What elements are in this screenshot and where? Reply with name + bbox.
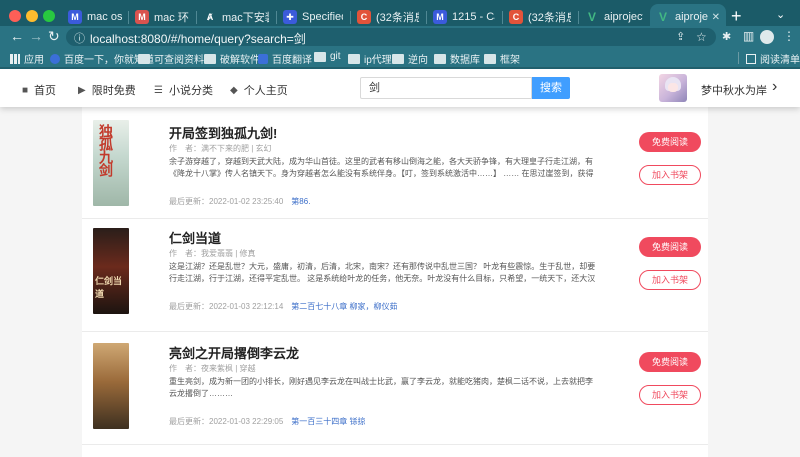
new-tab-button[interactable]: + — [731, 6, 742, 27]
bookmark-folder-software[interactable]: 破解软件 — [204, 51, 260, 66]
bookmark-folder-proxy[interactable]: ip代理 — [348, 51, 392, 66]
folder-icon — [484, 53, 496, 64]
translate-icon — [258, 53, 268, 64]
avatar[interactable] — [659, 74, 687, 102]
book-desc: 余子游穿越了，穿越到天武大陆，成为华山首徒。这里的武者有移山倒海之能，各大天骄争… — [169, 157, 594, 178]
book-title[interactable]: 仁剑当道 — [169, 228, 221, 247]
free-read-button[interactable]: 免费阅读 — [639, 132, 701, 152]
bookmark-folder-reference[interactable]: 可查阅资料 — [138, 51, 204, 66]
folder-icon — [434, 53, 446, 64]
m-icon: M — [433, 10, 447, 24]
m-icon: M — [68, 10, 82, 24]
home-icon: ■ — [22, 84, 29, 96]
puzzle-icon: ✚ — [283, 10, 297, 24]
apps-icon — [10, 53, 20, 64]
bookmark-baidu-translate[interactable]: 百度翻译 — [258, 51, 312, 66]
baidu-icon — [50, 53, 60, 64]
book-item: 亮剑之开局撂倒李云龙 作 者：夜来紫枫 | 穿越 重生亮剑，成为新一团的小排长，… — [82, 333, 708, 445]
puzzle-extension-icon[interactable]: ✱ — [722, 30, 731, 43]
layers-icon: ☰ — [154, 84, 163, 96]
add-to-shelf-button[interactable]: 加入书架 — [639, 270, 701, 290]
username[interactable]: 梦中秋水为岸 — [701, 82, 767, 98]
maximize-window-button[interactable] — [43, 10, 55, 22]
sidebar-icon[interactable]: ▥ — [743, 29, 754, 43]
v-icon: V — [658, 10, 667, 24]
folder-icon — [314, 51, 326, 62]
folder-icon — [204, 53, 216, 64]
book-meta: 作 者：我爱翡翡 | 修真 — [169, 249, 256, 258]
v-icon: V — [587, 10, 596, 24]
bookmark-folder-reverse[interactable]: 逆向 — [392, 51, 428, 66]
bookmark-apps[interactable]: 应用 — [10, 51, 44, 66]
address-bar-url: localhost:8080/#/home/query?search=剑 — [90, 32, 306, 46]
share-icon[interactable]: ⇪ — [676, 30, 685, 43]
book-title[interactable]: 亮剑之开局撂倒李云龙 — [169, 343, 299, 362]
reading-list-icon — [746, 53, 756, 64]
book-update: 最后更新：2022-01-02 23:25:40 第86. — [169, 197, 311, 206]
tab-menu-chevron-icon[interactable]: ⌄ — [776, 8, 785, 21]
folder-icon — [138, 53, 150, 64]
lightning-icon: ▶ — [78, 84, 86, 96]
book-cover[interactable] — [93, 343, 129, 429]
folder-icon — [392, 53, 404, 64]
book-desc: 重生亮剑，成为新一团的小排长，刚好遇见李云龙在叫战士比武，赢了李云龙，就能吃猪肉… — [169, 377, 593, 398]
search-button[interactable]: 搜索 — [532, 77, 570, 99]
book-update: 最后更新：2022-01-03 22:12:14 第二百七十八章 柳家，柳仪茹 — [169, 302, 398, 311]
book-list: 独孤九剑 开局签到独孤九剑! 作 者：满不下来的肥 | 玄幻 余子游穿越了，穿越… — [82, 107, 708, 457]
book-title[interactable]: 开局签到独孤九剑! — [169, 123, 277, 142]
back-arrow-icon[interactable]: ← — [10, 28, 24, 44]
book-meta: 作 者：夜来紫枫 | 穿越 — [169, 364, 256, 373]
c-icon: C — [357, 10, 371, 24]
add-to-shelf-button[interactable]: 加入书架 — [639, 385, 701, 405]
bookmark-folder-framework[interactable]: 框架 — [484, 51, 520, 66]
close-tab-icon[interactable]: ✕ — [712, 12, 720, 23]
bookmark-folder-database[interactable]: 数据库 — [434, 51, 480, 66]
book-desc: 这是江湖？还是乱世？大元，盛庸，初清，后清，北宋，南宋？还有那传说中乱世三国？ … — [169, 262, 596, 283]
info-icon[interactable]: ⓘ — [74, 30, 85, 46]
chevron-right-icon[interactable]: › — [772, 78, 777, 96]
nav-category[interactable]: ☰ 小说分类 — [154, 82, 213, 98]
close-window-button[interactable] — [9, 10, 21, 22]
reading-list[interactable]: 阅读清单 — [746, 51, 800, 66]
m-icon: M — [135, 10, 149, 24]
folder-icon — [348, 53, 360, 64]
latest-chapter-link[interactable]: 第一百三十四章 铩掠 — [291, 417, 365, 426]
minimize-window-button[interactable] — [26, 10, 38, 22]
book-cover[interactable]: 仁剑当道 — [93, 228, 129, 314]
latest-chapter-link[interactable]: 第二百七十八章 柳家，柳仪茹 — [291, 302, 397, 311]
nav-home[interactable]: ■ 首页 — [22, 82, 56, 98]
add-to-shelf-button[interactable]: 加入书架 — [639, 165, 701, 185]
book-meta: 作 者：满不下来的肥 | 玄幻 — [169, 144, 272, 153]
bookmark-folder-git[interactable]: git — [314, 51, 341, 62]
profile-avatar-icon[interactable] — [760, 30, 774, 44]
more-menu-icon[interactable]: ⋮ — [783, 29, 795, 43]
nav-free[interactable]: ▶ 限时免费 — [78, 82, 136, 98]
forward-arrow-icon[interactable]: → — [29, 28, 43, 44]
search-input[interactable]: 剑 — [360, 77, 532, 99]
free-read-button[interactable]: 免费阅读 — [639, 237, 701, 257]
book-cover[interactable]: 独孤九剑 — [93, 120, 129, 206]
web-page: ■ 首页 ▶ 限时免费 ☰ 小说分类 ◆ 个人主页 剑 搜索 梦中秋水为岸 › … — [0, 69, 800, 457]
a-icon: Ⱥ — [206, 12, 214, 22]
site-header: ■ 首页 ▶ 限时免费 ☰ 小说分类 ◆ 个人主页 剑 搜索 梦中秋水为岸 › — [0, 69, 800, 107]
latest-chapter-link[interactable]: 第86. — [291, 197, 310, 206]
book-update: 最后更新：2022-01-03 22:29:05 第一百三十四章 铩掠 — [169, 417, 366, 426]
free-read-button[interactable]: 免费阅读 — [639, 352, 701, 372]
reload-icon[interactable]: ↻ — [48, 28, 60, 45]
leaf-icon: ◆ — [230, 84, 238, 96]
nav-profile[interactable]: ◆ 个人主页 — [230, 82, 288, 98]
star-icon[interactable]: ☆ — [696, 30, 707, 44]
book-item: 独孤九剑 开局签到独孤九剑! 作 者：满不下来的肥 | 玄幻 余子游穿越了，穿越… — [82, 107, 708, 219]
c-icon: C — [509, 10, 523, 24]
book-item: 仁剑当道 仁剑当道 作 者：我爱翡翡 | 修真 这是江湖？还是乱世？大元，盛庸，… — [82, 220, 708, 332]
